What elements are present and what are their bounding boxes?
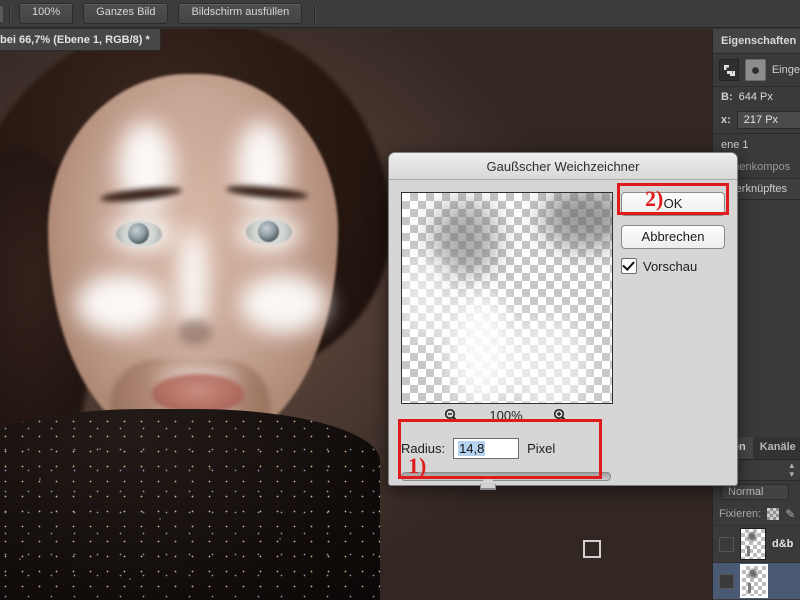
layer-visibility-toggle[interactable] [719, 536, 734, 552]
highlight-cheek-right [240, 274, 328, 334]
preview-checkbox-row[interactable]: Vorschau [621, 258, 725, 274]
preview-zoom-row: 100% [401, 408, 611, 423]
options-bar-grip [0, 5, 3, 22]
blend-mode-select[interactable]: Normal [721, 484, 789, 500]
gaussian-blur-dialog: Gaußscher Weichzeichner 100% OK Abbreche… [388, 152, 738, 489]
radius-slider-thumb[interactable] [480, 475, 496, 489]
layer-thumbnail[interactable] [740, 564, 768, 598]
radius-value: 14,8 [458, 441, 486, 456]
mask-thumbnail-icon[interactable] [745, 59, 766, 81]
lips-shape [152, 374, 244, 414]
property-label-b: B: [721, 91, 733, 103]
options-bar-divider-right [314, 4, 317, 23]
iris-left [128, 223, 149, 244]
dialog-button-column: OK Abbrechen Vorschau [621, 192, 725, 274]
preview-checkbox[interactable] [621, 258, 637, 274]
nose-shadow [178, 319, 212, 345]
fit-image-button[interactable]: Ganzes Bild [83, 3, 169, 24]
garment-sparkle-overlay [0, 409, 380, 600]
options-bar-divider [9, 4, 11, 23]
property-row-width: B: 644 Px [713, 87, 800, 107]
ok-button[interactable]: OK [621, 192, 725, 216]
preview-zoom-level: 100% [489, 408, 523, 423]
radius-slider[interactable] [401, 472, 611, 489]
chevron-updown-icon[interactable]: ▴ ▾ [789, 461, 794, 479]
brush-lock-icon[interactable]: ✎ [785, 507, 795, 521]
preview-blob-4 [506, 313, 590, 403]
photoshop-window: 100% Ganzes Bild Bildschirm ausfüllen be… [0, 0, 800, 600]
properties-panel-title: Eigenschaften [713, 29, 800, 54]
transparency-lock-icon[interactable] [767, 508, 780, 520]
cancel-button[interactable]: Abbrechen [621, 225, 725, 249]
dialog-titlebar[interactable]: Gaußscher Weichzeichner [389, 153, 737, 180]
zoom-100-button[interactable]: 100% [19, 3, 74, 24]
iris-right [258, 221, 279, 242]
properties-kind-label: Einge [771, 64, 800, 76]
property-input-x[interactable]: 217 Px [736, 111, 800, 129]
table-row[interactable] [713, 562, 800, 599]
tab-kanaele[interactable]: Kanäle [753, 437, 800, 459]
options-bar: 100% Ganzes Bild Bildschirm ausfüllen [0, 0, 800, 28]
property-label-x: x: [721, 114, 731, 126]
lock-row: Fixieren: ✎ [713, 503, 800, 525]
lock-label: Fixieren: [719, 508, 762, 520]
fill-screen-button[interactable]: Bildschirm ausfüllen [178, 3, 303, 24]
table-row[interactable]: d&b [713, 525, 800, 562]
transform-handle[interactable] [583, 540, 601, 558]
thumb-detail-b [748, 583, 751, 593]
preview-blob-2 [542, 193, 612, 249]
radius-row: Radius: 14,8 Pixel [401, 438, 611, 459]
layer-visibility-toggle[interactable] [719, 573, 734, 589]
properties-kind-row: Einge [713, 54, 800, 87]
dialog-title: Gaußscher Weichzeichner [486, 158, 640, 174]
preview-blob-5 [402, 253, 454, 343]
thumb-detail-a [748, 532, 756, 541]
property-value-b: 644 Px [738, 91, 773, 103]
layer-name-label: d&b [772, 538, 794, 550]
radius-label: Radius: [401, 441, 446, 456]
magnifier-minus-icon[interactable] [444, 408, 459, 423]
document-tab[interactable]: bei 66,7% (Ebene 1, RGB/8) * [0, 29, 161, 51]
highlight-cheek-left [76, 274, 166, 334]
thumb-detail-b [747, 546, 750, 556]
preview-blob-3 [446, 289, 516, 403]
layer-thumbnail[interactable] [740, 528, 766, 560]
blur-preview[interactable] [401, 192, 613, 404]
smart-object-icon[interactable] [719, 59, 740, 81]
dialog-body: 100% OK Abbrechen Vorschau Radius: 14,8 … [389, 180, 737, 489]
radius-unit-label: Pixel [527, 441, 556, 456]
thumb-detail-a [749, 569, 757, 578]
magnifier-plus-icon[interactable] [553, 408, 568, 423]
preview-checkbox-label: Vorschau [643, 258, 698, 274]
radius-group: Radius: 14,8 Pixel [401, 438, 611, 489]
property-row-x: x: 217 Px [713, 107, 800, 133]
radius-input[interactable]: 14,8 [453, 438, 520, 459]
